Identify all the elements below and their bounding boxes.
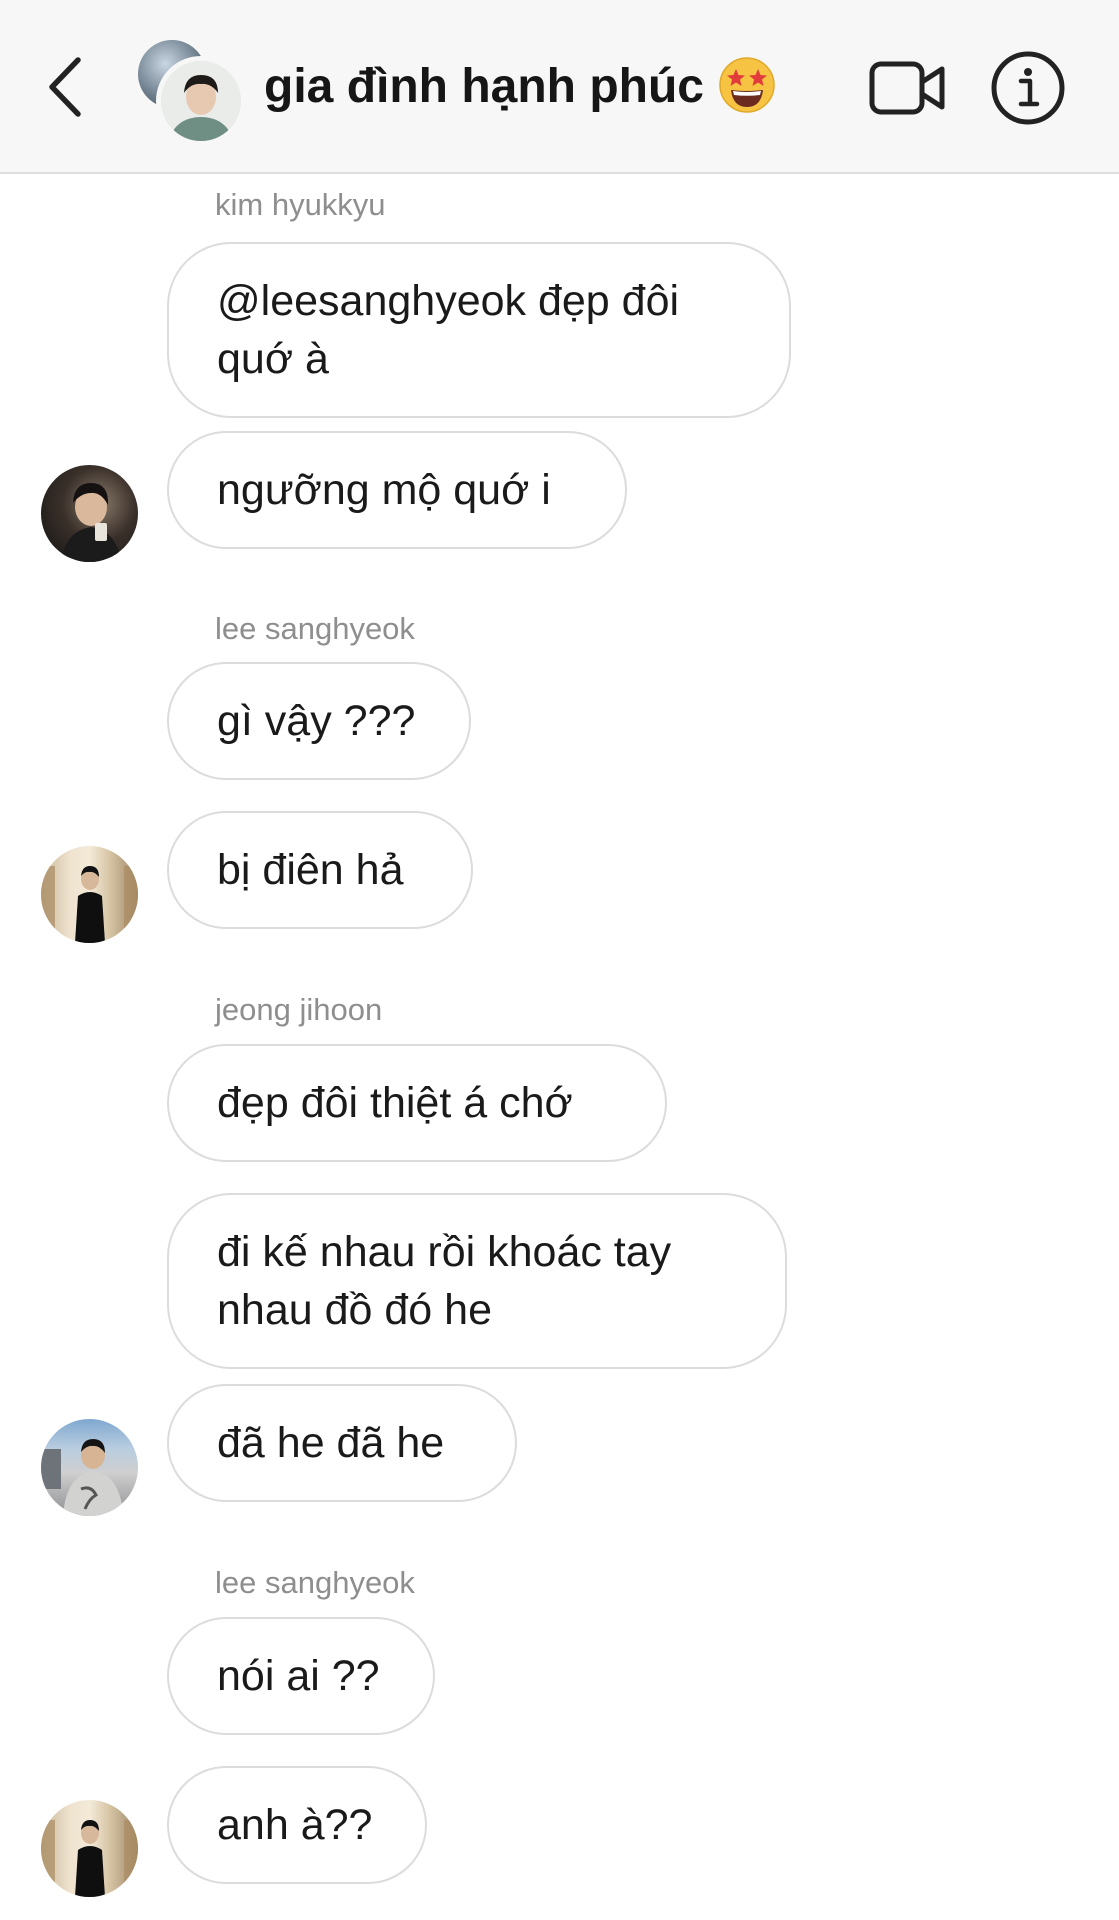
sender-name: lee sanghyeok [215,611,415,646]
video-call-button[interactable] [868,56,948,120]
message-bubble[interactable]: @leesanghyeok đẹp đôi quớ à [167,242,791,418]
message-line: đã he đã he [217,1419,445,1467]
group-avatar-front [156,56,246,146]
chat-header: gia đình hạnh phúc [0,0,1119,174]
message-line: đi kế nhau rồi khoác tay [217,1228,672,1276]
message-bubble[interactable]: gì vậy ??? [167,662,471,780]
sender-name: kim hyukkyu [215,187,386,222]
message-line: @leesanghyeok đẹp đôi [217,277,680,325]
info-button[interactable] [990,50,1066,126]
sender-avatar[interactable] [41,465,138,562]
chat-title-text: gia đình hạnh phúc [264,60,704,113]
message-line: đẹp đôi thiệt á chớ [217,1079,573,1127]
message-line: bị điên hả [217,846,404,894]
back-button[interactable] [42,52,92,122]
message-line: gì vậy ??? [217,697,416,745]
message-bubble[interactable]: đã he đã he [167,1384,517,1502]
message-line: nhau đồ đó he [217,1286,492,1334]
message-line: quớ à [217,335,329,383]
message-bubble[interactable]: nói ai ?? [167,1617,435,1735]
message-line: ngưỡng mộ quớ i [217,466,551,514]
message-bubble[interactable]: bị điên hả [167,811,473,929]
sender-avatar[interactable] [41,1419,138,1516]
message-bubble[interactable]: đi kế nhau rồi khoác tay nhau đồ đó he [167,1193,787,1369]
star-struck-emoji [718,56,776,114]
chevron-left-icon [49,57,81,117]
group-avatar[interactable] [134,36,246,146]
message-line: nói ai ?? [217,1652,380,1700]
chat-title[interactable]: gia đình hạnh phúc [264,52,776,122]
video-camera-icon [869,61,945,115]
info-icon [991,51,1065,125]
message-bubble[interactable]: anh à?? [167,1766,427,1884]
message-bubble[interactable]: đẹp đôi thiệt á chớ [167,1044,667,1162]
message-bubble[interactable]: ngưỡng mộ quớ i [167,431,627,549]
sender-name: lee sanghyeok [215,1565,415,1600]
sender-avatar[interactable] [41,846,138,943]
sender-avatar[interactable] [41,1800,138,1897]
message-line: anh à?? [217,1801,373,1849]
sender-name: jeong jihoon [215,992,383,1027]
